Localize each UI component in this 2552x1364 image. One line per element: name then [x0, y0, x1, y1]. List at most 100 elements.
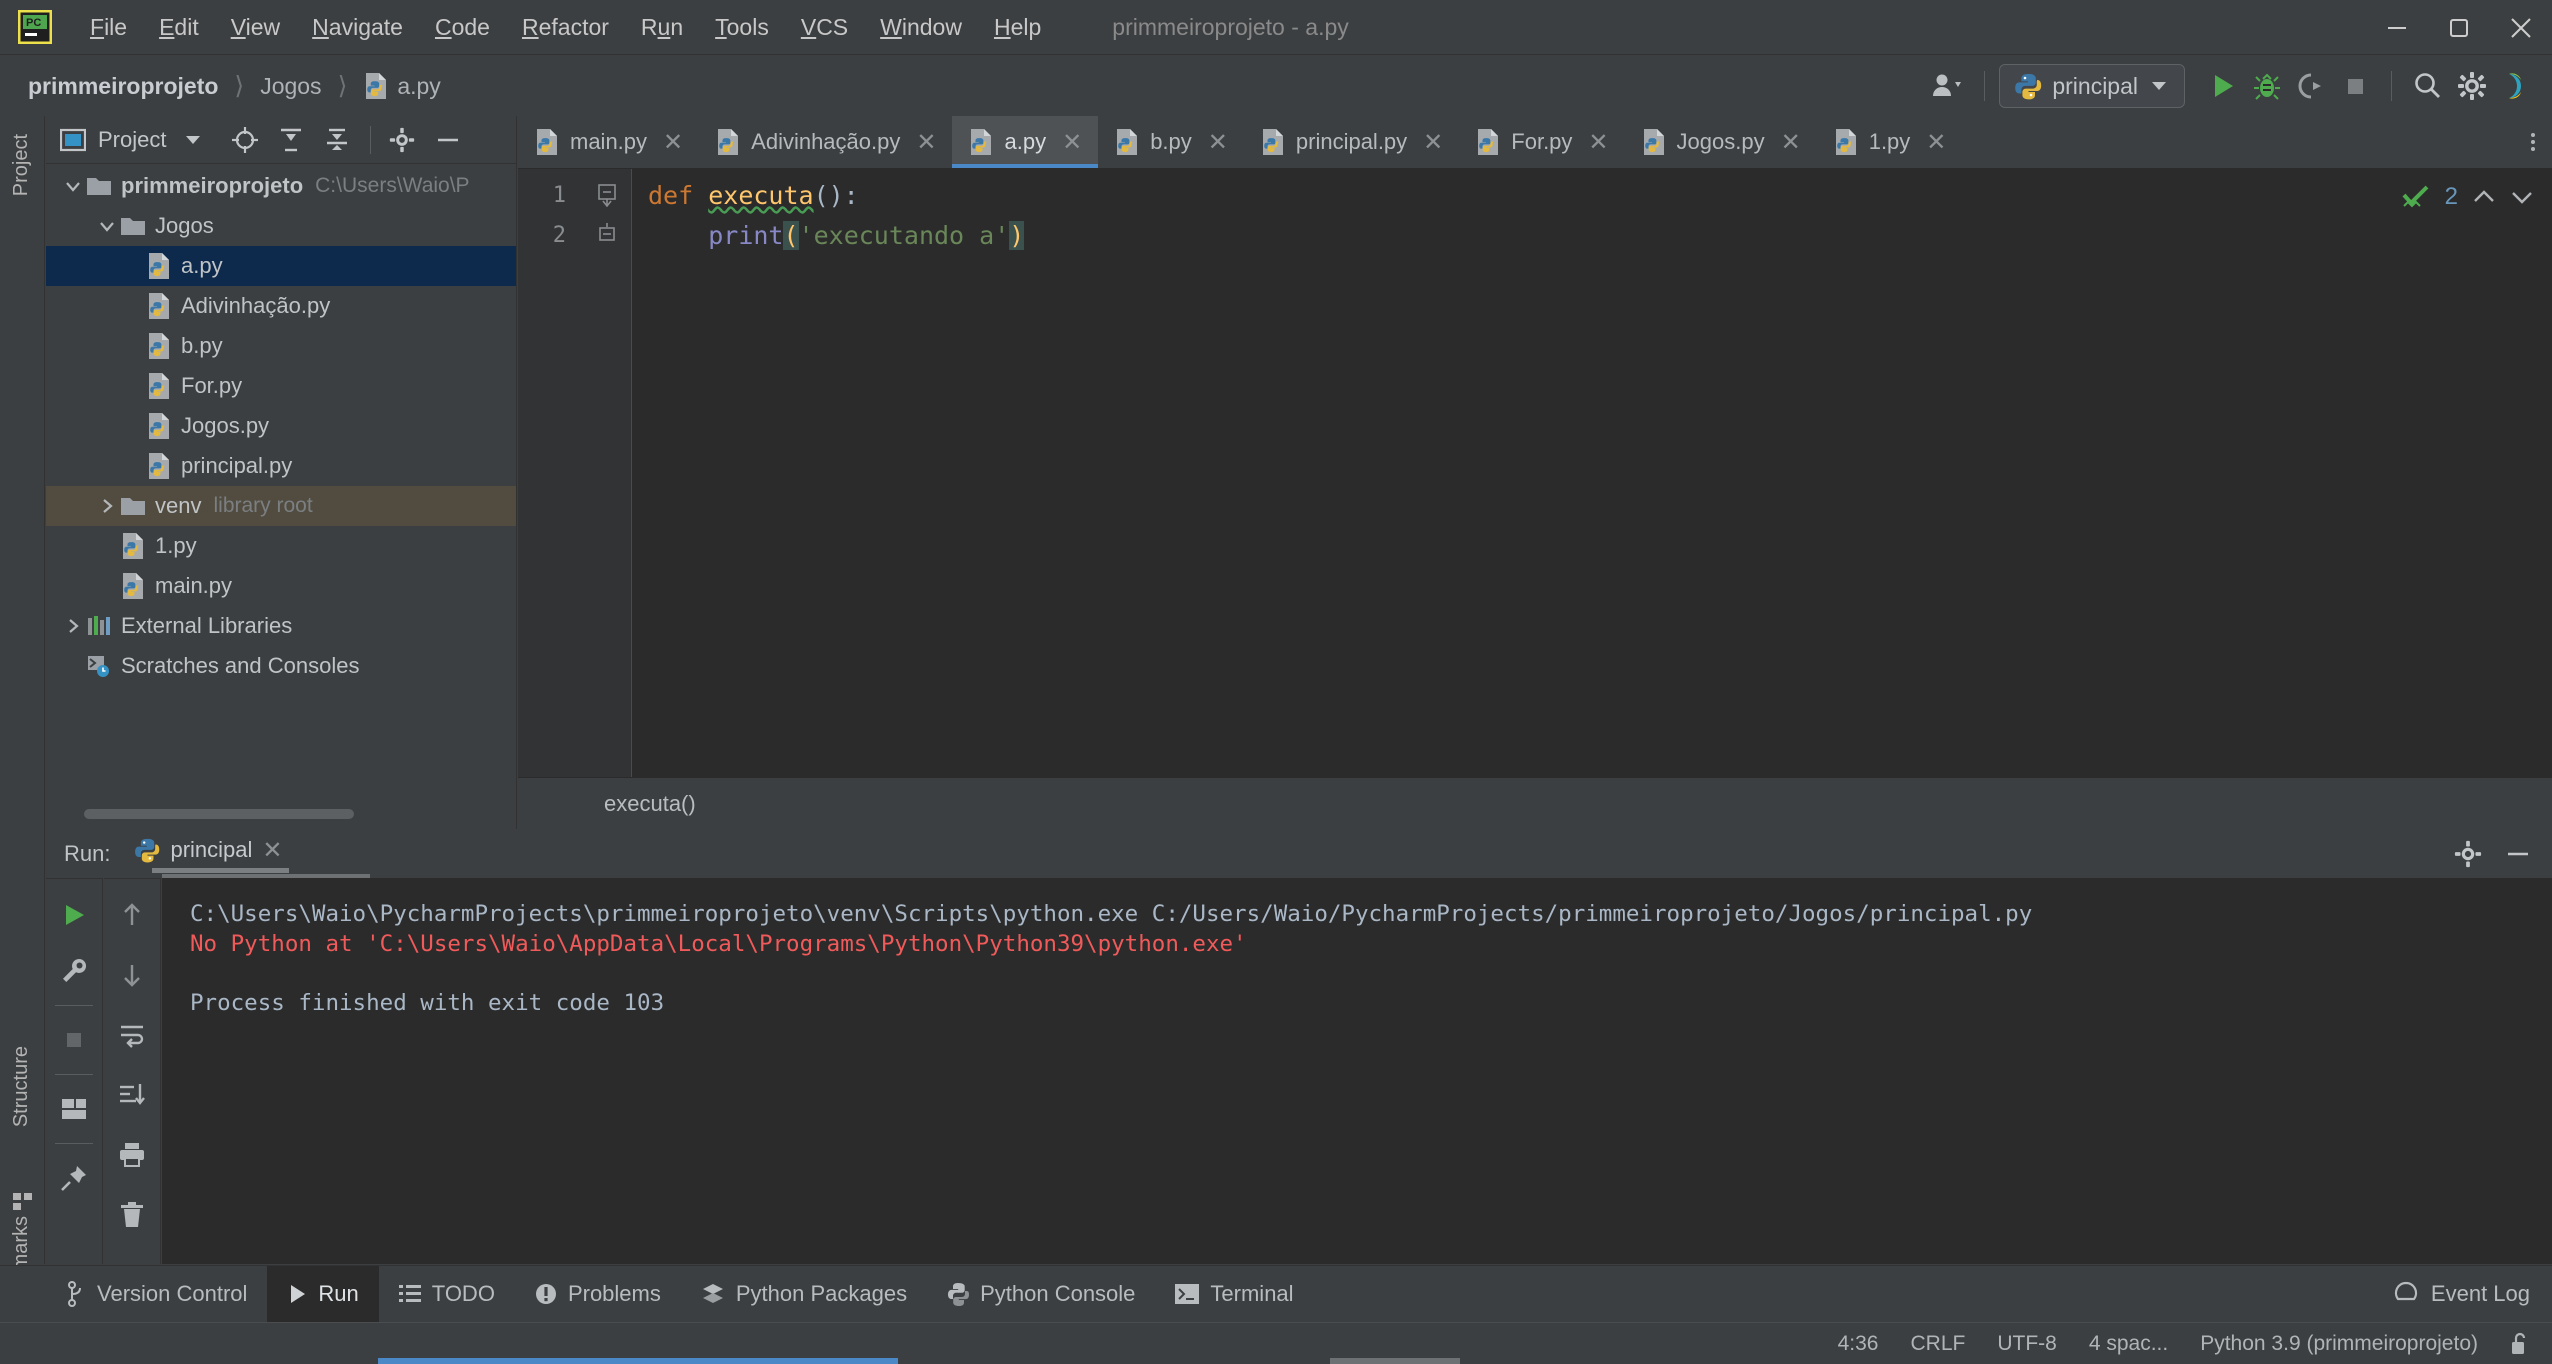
tree-row-external-libraries[interactable]: External Libraries [46, 606, 516, 646]
project-tree[interactable]: primmeiroprojeto C:\Users\Waio\P Jogos a… [46, 166, 516, 686]
scroll-to-end-icon[interactable] [110, 1073, 154, 1117]
close-icon[interactable]: ✕ [1062, 128, 1082, 157]
editor-tab-bar[interactable]: main.py ✕ Adivinhação.py ✕ a.py ✕ b.py ✕… [518, 116, 2552, 169]
file-encoding[interactable]: UTF-8 [1981, 1332, 2073, 1356]
trash-icon[interactable] [110, 1193, 154, 1237]
code-line-1[interactable]: def executa(): [648, 181, 859, 210]
tree-row-for-py[interactable]: For.py [46, 366, 516, 406]
hide-icon[interactable] [2504, 840, 2532, 868]
code-fold-end-icon[interactable] [596, 223, 618, 245]
code-fold-icon[interactable] [596, 183, 618, 207]
caret-position[interactable]: 4:36 [1822, 1332, 1895, 1356]
chevron-right-icon[interactable] [60, 617, 86, 635]
close-icon[interactable]: ✕ [1423, 128, 1443, 157]
editor-body[interactable]: 1 2 def executa(): print('executando a')… [518, 169, 2552, 829]
bottom-tab-todo[interactable]: TODO [379, 1266, 515, 1322]
breadcrumb-item-file[interactable]: a.py [391, 71, 446, 102]
close-icon[interactable]: ✕ [1588, 128, 1608, 157]
tree-row-scratches-and-consoles[interactable]: Scratches and Consoles [46, 646, 516, 686]
menu-item-help[interactable]: Help [978, 10, 1057, 45]
chevron-down-icon[interactable] [2510, 188, 2534, 206]
menu-bar[interactable]: File Edit View Navigate Code Refactor Ru… [74, 10, 1057, 45]
menu-item-navigate[interactable]: Navigate [296, 10, 419, 45]
account-icon[interactable] [1926, 64, 1970, 108]
menu-item-edit[interactable]: Edit [143, 10, 215, 45]
tree-row-primmeiroprojeto[interactable]: primmeiroprojeto C:\Users\Waio\P [46, 166, 516, 206]
close-icon[interactable]: ✕ [663, 128, 683, 157]
chevron-up-icon[interactable] [2472, 188, 2496, 206]
run-tab-principal[interactable]: principal ✕ [126, 836, 290, 873]
tree-row-1-py[interactable]: 1.py [46, 526, 516, 566]
expand-all-icon[interactable] [274, 123, 308, 157]
editor-tab-1-py[interactable]: 1.py ✕ [1817, 116, 1963, 168]
close-icon[interactable]: ✕ [1781, 128, 1801, 157]
unlocked-icon[interactable] [2494, 1332, 2552, 1356]
bottom-tab-run[interactable]: Run [267, 1265, 379, 1322]
arrow-up-icon[interactable] [110, 893, 154, 937]
run-actions-column-primary[interactable] [46, 878, 103, 1264]
close-icon[interactable] [2490, 0, 2552, 55]
line-separator[interactable]: CRLF [1894, 1332, 1981, 1356]
close-icon[interactable]: ✕ [1926, 128, 1946, 157]
rerun-icon[interactable] [52, 893, 96, 937]
menu-item-code[interactable]: Code [419, 10, 506, 45]
breadcrumb[interactable]: primmeiroprojeto ⟩ Jogos ⟩ a.py [22, 71, 447, 102]
bottom-tab-version-control[interactable]: Version Control [46, 1266, 267, 1322]
arrow-down-icon[interactable] [110, 953, 154, 997]
search-icon[interactable] [2406, 64, 2450, 108]
chevron-down-icon[interactable] [176, 123, 210, 157]
tree-row-adivinhacao-py[interactable]: Adivinhação.py [46, 286, 516, 326]
menu-item-file[interactable]: File [74, 10, 143, 45]
close-icon[interactable]: ✕ [262, 836, 282, 865]
run-configuration-selector[interactable]: principal [1999, 64, 2185, 108]
menu-item-run[interactable]: Run [625, 10, 699, 45]
breadcrumb-item-folder[interactable]: Jogos [254, 71, 327, 102]
tree-row-jogos-py[interactable]: Jogos.py [46, 406, 516, 446]
sidebar-tab-project[interactable]: Project [10, 134, 33, 196]
chevron-down-icon[interactable] [94, 217, 120, 235]
stop-icon[interactable] [2333, 64, 2377, 108]
editor-tab-b-py[interactable]: b.py ✕ [1098, 116, 1244, 168]
console-output[interactable]: C:\Users\Waio\PycharmProjects\primmeirop… [162, 878, 2552, 1264]
breadcrumb-item-project[interactable]: primmeiroprojeto [22, 71, 224, 102]
inspection-widget[interactable]: 2 [2401, 183, 2534, 211]
bottom-tab-python-console[interactable]: Python Console [927, 1266, 1155, 1322]
collapse-all-icon[interactable] [320, 123, 354, 157]
run-icon[interactable] [2201, 64, 2245, 108]
chevron-down-icon[interactable] [60, 177, 86, 195]
sidebar-tab-structure[interactable]: Structure [10, 1046, 33, 1127]
gear-icon[interactable] [2454, 840, 2482, 868]
layout-icon[interactable] [52, 1087, 96, 1131]
hide-icon[interactable] [431, 123, 465, 157]
gear-icon[interactable] [2450, 64, 2494, 108]
tree-row-main-py[interactable]: main.py [46, 566, 516, 606]
project-horizontal-scrollbar[interactable] [84, 809, 354, 819]
minimize-icon[interactable] [2366, 0, 2428, 55]
indent-setting[interactable]: 4 spac... [2073, 1332, 2184, 1356]
menu-item-vcs[interactable]: VCS [785, 10, 864, 45]
menu-item-view[interactable]: View [215, 10, 296, 45]
code-line-2[interactable]: print('executando a') [648, 221, 1025, 250]
pin-icon[interactable] [52, 1156, 96, 1200]
tree-row-principal-py[interactable]: principal.py [46, 446, 516, 486]
bottom-tab-problems[interactable]: Problems [515, 1266, 681, 1322]
tree-row-b-py[interactable]: b.py [46, 326, 516, 366]
event-log-button[interactable]: Event Log [2393, 1281, 2530, 1307]
ai-assistant-icon[interactable] [2494, 64, 2538, 108]
bottom-tab-python-packages[interactable]: Python Packages [681, 1266, 927, 1322]
editor-tab-a-py[interactable]: a.py ✕ [952, 116, 1099, 168]
editor-tab-adivinhacao-py[interactable]: Adivinhação.py ✕ [699, 116, 952, 168]
tree-row-venv[interactable]: venv library root [46, 486, 516, 526]
editor-tab-jogos-py[interactable]: Jogos.py ✕ [1625, 116, 1817, 168]
close-icon[interactable]: ✕ [916, 128, 936, 157]
editor-breadcrumb[interactable]: executa() [518, 777, 2552, 829]
gear-icon[interactable] [385, 123, 419, 157]
tree-row-a-py[interactable]: a.py [46, 246, 516, 286]
soft-wrap-icon[interactable] [110, 1013, 154, 1057]
print-icon[interactable] [110, 1133, 154, 1177]
editor-tab-principal-py[interactable]: principal.py ✕ [1244, 116, 1459, 168]
menu-item-tools[interactable]: Tools [699, 10, 785, 45]
menu-item-window[interactable]: Window [864, 10, 978, 45]
run-actions-column-secondary[interactable] [104, 878, 161, 1264]
debug-icon[interactable] [2245, 64, 2289, 108]
